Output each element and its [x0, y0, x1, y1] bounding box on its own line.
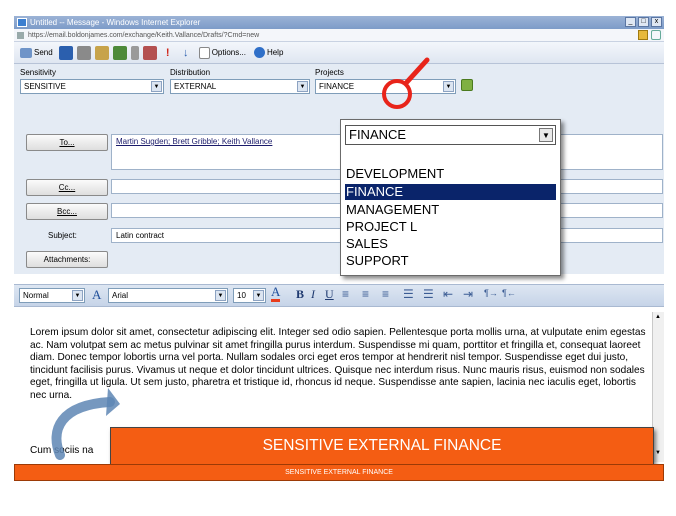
scroll-down-icon[interactable]: ▼: [655, 450, 661, 456]
underline-icon[interactable]: U: [325, 287, 334, 302]
cc-button-label: Cc...: [58, 183, 76, 192]
attachments-button[interactable]: Attachments:: [26, 251, 108, 268]
send-icon: [20, 47, 32, 58]
bcc-button[interactable]: Bcc...: [26, 203, 108, 220]
font-select[interactable]: Arial ▼: [108, 288, 228, 303]
distribution-label: Distribution: [170, 68, 211, 77]
style-select[interactable]: Normal ▼: [19, 288, 85, 303]
bullet-list-icon[interactable]: ☰: [423, 287, 434, 301]
option-project-l[interactable]: PROJECT L: [345, 219, 556, 235]
projects-value: FINANCE: [319, 82, 355, 91]
chevron-down-icon[interactable]: ▼: [297, 81, 308, 92]
align-left-icon[interactable]: ≡: [342, 287, 349, 301]
low-importance-icon[interactable]: ↓: [179, 46, 193, 60]
chevron-down-icon[interactable]: ▼: [443, 81, 454, 92]
help-icon: [253, 47, 265, 58]
address-book-icon[interactable]: [94, 45, 109, 60]
sensitivity-label: Sensitivity: [20, 68, 57, 77]
projects-dropdown-header[interactable]: FINANCE ▼: [345, 125, 556, 145]
classification-banner: SENSITIVE EXTERNAL FINANCE: [110, 427, 654, 465]
italic-icon[interactable]: I: [311, 287, 315, 302]
font-size-value: 10: [237, 291, 246, 300]
chevron-down-icon[interactable]: ▼: [151, 81, 162, 92]
chevron-down-icon[interactable]: ▼: [215, 290, 226, 301]
close-button[interactable]: x: [651, 17, 662, 27]
chevron-down-icon[interactable]: ▼: [72, 290, 83, 301]
projects-label: Projects: [315, 68, 344, 77]
option-finance[interactable]: FINANCE: [345, 184, 556, 200]
high-importance-icon[interactable]: !: [161, 46, 175, 60]
distribution-value: EXTERNAL: [174, 82, 217, 91]
lock-icon[interactable]: [638, 30, 648, 40]
rtl-icon[interactable]: ¶←: [502, 288, 516, 298]
save-icon[interactable]: [58, 45, 73, 60]
attachments-label: Attachments:: [43, 255, 91, 264]
projects-dropdown[interactable]: FINANCE ▼ DEVELOPMENT FINANCE MANAGEMENT…: [340, 119, 561, 276]
scroll-up-icon[interactable]: ▲: [655, 314, 661, 320]
chevron-down-icon[interactable]: ▼: [539, 128, 553, 142]
font-icon[interactable]: A: [92, 287, 101, 303]
bold-icon[interactable]: B: [296, 287, 304, 302]
chevron-down-icon[interactable]: ▼: [253, 290, 264, 301]
font-value: Arial: [112, 291, 129, 300]
classification-footer: SENSITIVE EXTERNAL FINANCE: [14, 464, 664, 481]
classification-banner-text: SENSITIVE EXTERNAL FINANCE: [262, 437, 502, 454]
to-button-label: To...: [59, 138, 75, 147]
to-button[interactable]: To...: [26, 134, 108, 151]
subject-label: Subject:: [48, 231, 77, 240]
curved-arrow-icon: [51, 388, 120, 460]
projects-dropdown-selected: FINANCE: [349, 127, 407, 142]
classification-footer-text: SENSITIVE EXTERNAL FINANCE: [285, 469, 393, 476]
subject-value: Latin contract: [116, 231, 165, 240]
refresh-icon[interactable]: [651, 30, 661, 40]
address-bar[interactable]: https://email.boldonjames.com/exchange/K…: [14, 29, 664, 42]
refresh-classification-icon[interactable]: [461, 79, 473, 91]
minimize-button[interactable]: _: [625, 17, 636, 27]
option-support[interactable]: SUPPORT: [345, 253, 556, 269]
window-titlebar: Untitled -- Message - Windows Internet E…: [14, 16, 664, 29]
help-button[interactable]: Help: [252, 44, 285, 61]
ltr-icon[interactable]: ¶→: [484, 288, 498, 298]
address-url: https://email.boldonjames.com/exchange/K…: [28, 32, 260, 39]
font-size-select[interactable]: 10 ▼: [233, 288, 266, 303]
maximize-button[interactable]: □: [638, 17, 649, 27]
window-title: Untitled -- Message - Windows Internet E…: [30, 18, 201, 27]
options-icon: [198, 46, 210, 59]
option-development[interactable]: DEVELOPMENT: [345, 166, 556, 182]
font-color-icon[interactable]: A: [271, 285, 281, 302]
send-button[interactable]: Send: [18, 44, 55, 61]
magnifier-annotation-icon: [382, 57, 430, 109]
spell-check-icon[interactable]: [112, 45, 127, 60]
message-toolbar: Send ! ↓ Options... Help: [14, 42, 664, 64]
increase-indent-icon[interactable]: ⇥: [463, 287, 473, 301]
style-value: Normal: [23, 291, 49, 300]
message-body[interactable]: Lorem ipsum dolor sit amet, consectetur …: [30, 327, 650, 403]
help-label: Help: [266, 48, 284, 57]
options-label: Options...: [211, 48, 246, 57]
align-center-icon[interactable]: ≡: [362, 287, 369, 301]
numbered-list-icon[interactable]: ☰: [403, 287, 414, 301]
bcc-button-label: Bcc...: [56, 207, 77, 216]
sensitivity-value: SENSITIVE: [24, 82, 66, 91]
sensitivity-select[interactable]: SENSITIVE ▼: [20, 79, 164, 94]
ie-icon: [17, 18, 27, 27]
cc-button[interactable]: Cc...: [26, 179, 108, 196]
option-sales[interactable]: SALES: [345, 236, 556, 252]
window-controls: _ □ x: [625, 17, 662, 27]
option-management[interactable]: MANAGEMENT: [345, 202, 556, 218]
message-body-text: Lorem ipsum dolor sit amet, consectetur …: [30, 327, 646, 401]
align-right-icon[interactable]: ≡: [382, 287, 389, 301]
to-recipients[interactable]: Martin Sugden; Brett Gribble; Keith Vall…: [116, 137, 272, 146]
attach-icon[interactable]: [130, 45, 139, 60]
permissions-icon[interactable]: [142, 45, 157, 60]
send-label: Send: [34, 48, 53, 57]
decrease-indent-icon[interactable]: ⇤: [443, 287, 453, 301]
distribution-select[interactable]: EXTERNAL ▼: [170, 79, 310, 94]
options-button[interactable]: Options...: [197, 44, 248, 61]
print-icon[interactable]: [76, 45, 91, 60]
page-icon: [17, 32, 24, 39]
